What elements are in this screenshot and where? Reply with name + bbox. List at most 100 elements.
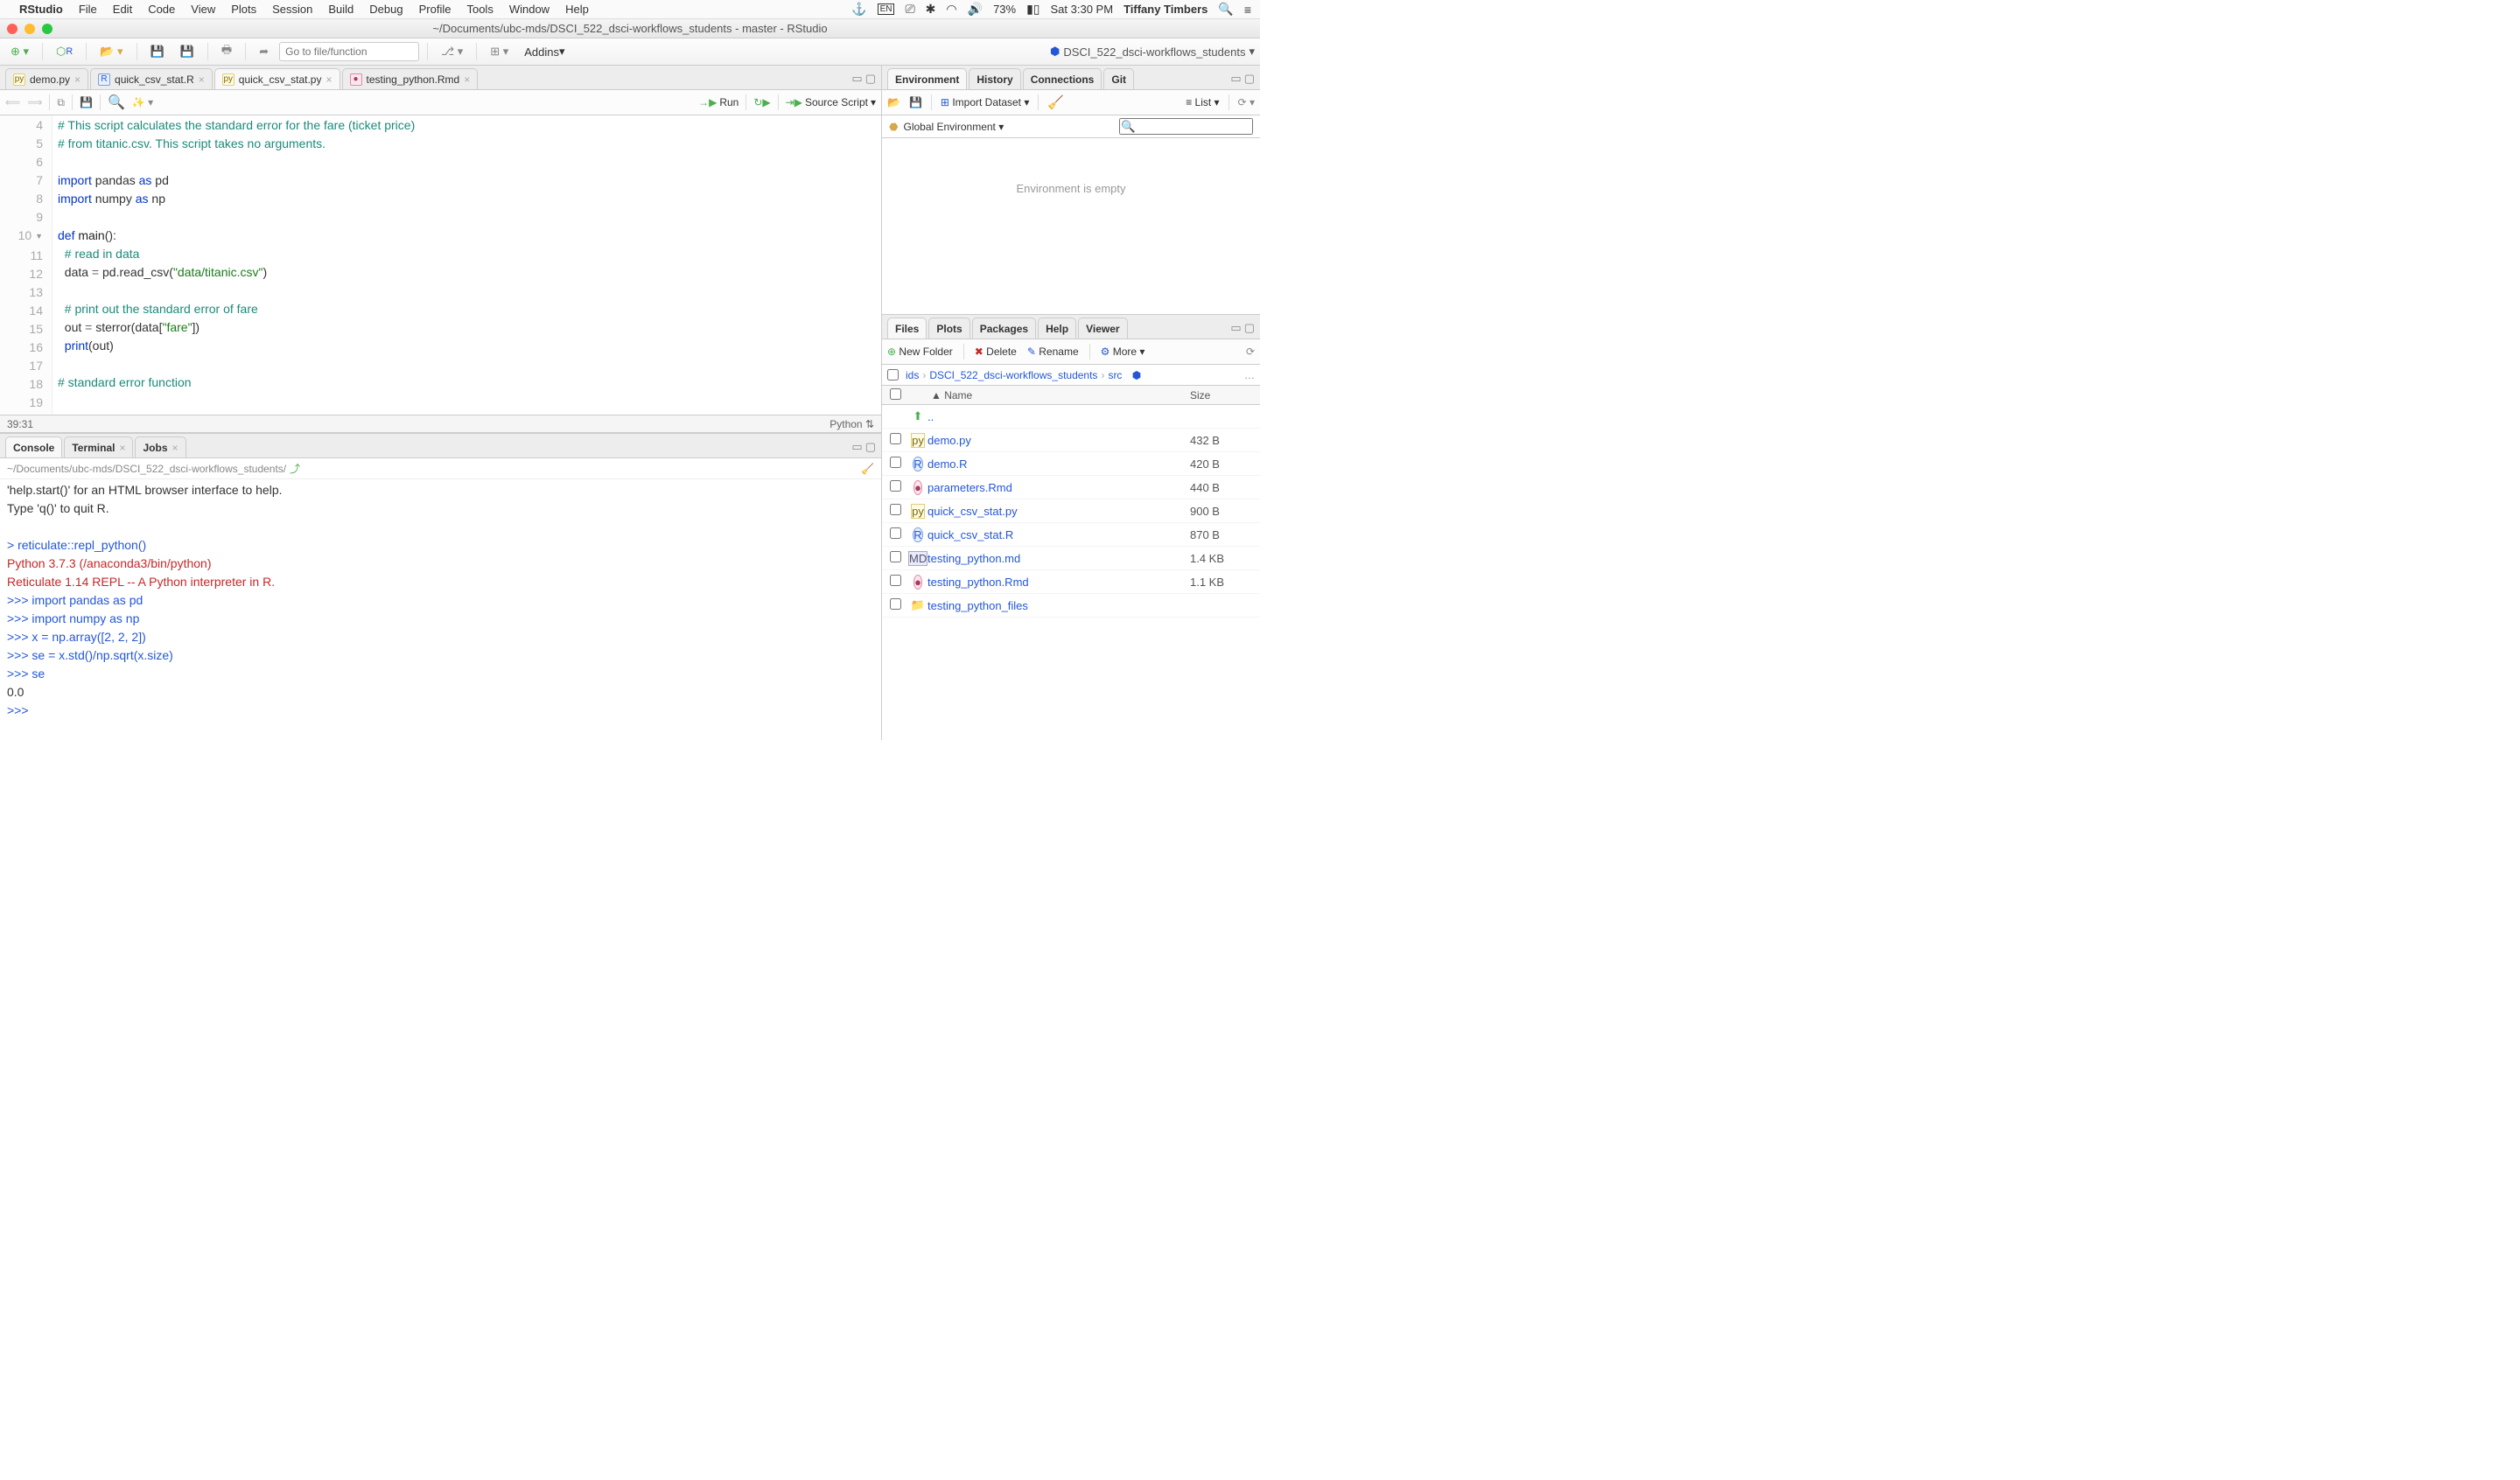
maximize-pane-icon[interactable]: ▢ (865, 440, 876, 454)
docker-icon[interactable]: ⚓ (851, 2, 866, 17)
minimize-pane-icon[interactable]: ▭ (851, 72, 862, 86)
console-tab-jobs[interactable]: Jobs× (135, 436, 186, 457)
volume-icon[interactable]: 🔊 (968, 2, 983, 17)
env-tab-environment[interactable]: Environment (887, 68, 967, 89)
airplay-icon[interactable]: ⎚ (905, 2, 914, 17)
menu-help[interactable]: Help (565, 3, 589, 16)
close-window[interactable] (7, 24, 18, 34)
file-name[interactable]: testing_python.md (928, 552, 1190, 565)
save-all-button[interactable]: 💾 (175, 42, 200, 61)
goto-file-input[interactable] (279, 42, 419, 61)
menu-debug[interactable]: Debug (369, 3, 402, 16)
console-output[interactable]: 'help.start()' for an HTML browser inter… (0, 479, 881, 740)
menu-edit[interactable]: Edit (113, 3, 132, 16)
files-tab-packages[interactable]: Packages (972, 318, 1036, 339)
console-options-icon[interactable]: ⤴ (290, 461, 300, 476)
env-tab-connections[interactable]: Connections (1023, 68, 1102, 89)
size-column-header[interactable]: Size (1190, 389, 1260, 401)
notifications-icon[interactable]: ≡ (1244, 3, 1251, 17)
user-name[interactable]: Tiffany Timbers (1124, 3, 1208, 16)
source-tab[interactable]: Rquick_csv_stat.R× (90, 68, 213, 89)
wand-icon[interactable]: ✨ ▾ (132, 96, 153, 108)
file-checkbox[interactable] (890, 598, 901, 610)
panes-button[interactable]: ⊞ ▾ (485, 42, 514, 61)
file-checkbox[interactable] (890, 527, 901, 539)
env-tab-history[interactable]: History (969, 68, 1020, 89)
new-project-button[interactable]: ⬡R (51, 42, 78, 61)
maximize-pane-icon[interactable]: ▢ (1244, 72, 1255, 86)
maximize-pane-icon[interactable]: ▢ (1244, 321, 1255, 335)
open-file-button[interactable]: 📂 ▾ (94, 42, 128, 61)
popout-icon[interactable]: ⧉ (57, 96, 65, 109)
battery-icon[interactable]: ▮▯ (1026, 2, 1040, 17)
menu-profile[interactable]: Profile (419, 3, 452, 16)
breadcrumb-checkbox[interactable] (887, 369, 899, 380)
scope-selector[interactable]: Global Environment ▾ (903, 121, 1004, 133)
close-tab-icon[interactable]: × (326, 73, 332, 86)
breadcrumb-segment[interactable]: DSCI_522_dsci-workflows_students (929, 369, 1097, 381)
files-tab-viewer[interactable]: Viewer (1078, 318, 1127, 339)
menu-tools[interactable]: Tools (466, 3, 493, 16)
new-file-button[interactable]: ⊕ ▾ (5, 42, 34, 61)
forward-icon[interactable]: ⟹ (27, 96, 42, 108)
menu-code[interactable]: Code (148, 3, 175, 16)
file-row-up[interactable]: ⬆.. (882, 405, 1260, 429)
save-button[interactable]: 💾 (145, 42, 170, 61)
find-icon[interactable]: 🔍 (108, 94, 125, 111)
file-name[interactable]: testing_python.Rmd (928, 576, 1190, 589)
minimize-pane-icon[interactable]: ▭ (1230, 321, 1241, 335)
file-checkbox[interactable] (890, 433, 901, 444)
menu-build[interactable]: Build (328, 3, 354, 16)
close-tab-icon[interactable]: × (172, 442, 178, 454)
more-button[interactable]: ⚙ More ▾ (1101, 346, 1145, 358)
breadcrumb-more-icon[interactable]: … (1244, 369, 1255, 381)
back-icon[interactable]: ⟸ (5, 96, 20, 108)
menu-plots[interactable]: Plots (231, 3, 256, 16)
clear-console-icon[interactable]: 🧹 (861, 463, 874, 475)
menu-view[interactable]: View (191, 3, 215, 16)
file-checkbox[interactable] (890, 457, 901, 468)
files-tab-files[interactable]: Files (887, 318, 927, 339)
clear-workspace-icon[interactable]: 🧹 (1047, 94, 1064, 110)
minimize-pane-icon[interactable]: ▭ (1230, 72, 1241, 86)
menu-session[interactable]: Session (272, 3, 312, 16)
close-tab-icon[interactable]: × (119, 442, 125, 454)
source-tab[interactable]: pyquick_csv_stat.py× (214, 68, 340, 89)
rename-button[interactable]: ✎ Rename (1027, 346, 1079, 358)
save-workspace-icon[interactable]: 💾 (909, 96, 922, 108)
file-name[interactable]: demo.R (928, 457, 1190, 471)
files-tab-help[interactable]: Help (1038, 318, 1076, 339)
rerun-button[interactable]: ↻▶ (753, 96, 770, 108)
menu-file[interactable]: File (79, 3, 97, 16)
file-name[interactable]: parameters.Rmd (928, 481, 1190, 494)
menu-window[interactable]: Window (509, 3, 550, 16)
project-menu[interactable]: ⬢ DSCI_522_dsci-workflows_students ▾ (1050, 45, 1255, 59)
environment-filter[interactable] (1119, 118, 1253, 135)
file-checkbox[interactable] (890, 551, 901, 562)
file-name[interactable]: testing_python_files (928, 599, 1190, 612)
new-folder-button[interactable]: ⊕ New Folder (887, 346, 953, 358)
clock[interactable]: Sat 3:30 PM (1051, 3, 1114, 16)
spotlight-icon[interactable]: 🔍 (1218, 2, 1233, 17)
file-checkbox[interactable] (890, 575, 901, 586)
source-script-button[interactable]: ⇥▶ Source Script ▾ (786, 96, 876, 108)
source-tab[interactable]: ●testing_python.Rmd× (342, 68, 479, 89)
close-tab-icon[interactable]: × (199, 73, 205, 86)
wifi-icon[interactable]: ◠ (946, 2, 956, 17)
view-mode-button[interactable]: ≡ List ▾ (1186, 96, 1219, 108)
maximize-window[interactable] (42, 24, 52, 34)
file-checkbox[interactable] (890, 480, 901, 492)
input-icon[interactable]: EN (878, 3, 895, 15)
minimize-window[interactable] (24, 24, 35, 34)
save-icon[interactable]: 💾 (80, 96, 93, 108)
delete-button[interactable]: ✖ Delete (975, 346, 1017, 358)
breadcrumb-segment[interactable]: ids (906, 369, 919, 381)
close-tab-icon[interactable]: × (74, 73, 80, 86)
run-button[interactable]: →▶ Run (698, 96, 738, 108)
code-editor[interactable]: 45678910 ▼111213141516171819 # This scri… (0, 115, 881, 415)
addins-button[interactable]: Addins ▾ (519, 42, 570, 61)
refresh-icon[interactable]: ⟳ ▾ (1238, 96, 1255, 108)
file-name[interactable]: quick_csv_stat.py (928, 505, 1190, 518)
source-tab[interactable]: pydemo.py× (5, 68, 88, 89)
print-button[interactable]: 🖶 (216, 42, 237, 61)
